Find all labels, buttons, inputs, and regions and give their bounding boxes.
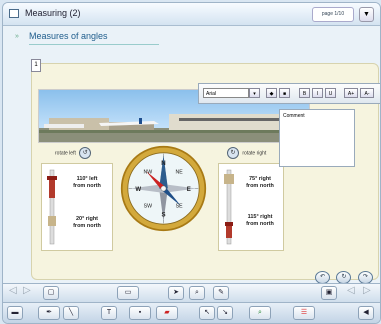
bold-button[interactable]: B <box>299 88 310 98</box>
compass-label-w: W <box>135 186 141 193</box>
compass-label-e: E <box>187 186 191 193</box>
compass-label-s: S <box>161 211 165 218</box>
prev-page-button[interactable]: ◁ <box>9 285 17 296</box>
search-tool-icon[interactable]: ⌕ <box>249 306 271 320</box>
right-top-text: 75° right from north <box>246 176 274 189</box>
eraser-icon[interactable]: ▰ <box>156 306 178 320</box>
next-page-button[interactable]: ▷ <box>23 285 31 296</box>
rotate-right-icon[interactable]: ↻ <box>227 147 239 159</box>
title-underline <box>29 44 159 45</box>
fullscreen-icon[interactable]: ▭ <box>117 286 139 300</box>
document-icon <box>9 9 19 18</box>
page-nav-bubbles: ↶ ↻ ↷ <box>313 265 373 284</box>
rotate-left-control[interactable]: rotate left ↺ <box>55 147 93 159</box>
font-select[interactable]: Arial <box>203 88 249 98</box>
navigation-toolbar: ◁ ▷ ▢ ▭ ➤ ⌕ ✎ ▣ ◁ ▷ <box>3 283 380 302</box>
compass-label-sw: SW <box>144 204 152 210</box>
image-tool-icon[interactable]: ▪ <box>129 306 151 320</box>
title-bar: Measuring (2) page 1/10 ▼ <box>3 3 380 26</box>
next-page-button-right[interactable]: ▷ <box>363 285 371 296</box>
rotate-right-control[interactable]: ↻ rotate right <box>225 147 266 159</box>
line-icon[interactable]: ╲ <box>63 306 79 320</box>
compass-label-se: SE <box>176 204 183 210</box>
font-grow-button[interactable]: A+ <box>344 88 358 98</box>
left-top-text: 110° left from north <box>73 176 101 189</box>
font-dropdown-icon[interactable]: ▾ <box>249 88 260 98</box>
page-view-icon[interactable]: ▢ <box>43 286 59 300</box>
text-tool-icon[interactable]: T <box>101 306 117 320</box>
drawing-toolbar: ▬ ✒ ╲ T ▪ ▰ ↖ ↘ ⌕ ☰ ◀ <box>3 302 380 323</box>
prev-page-button-right[interactable]: ◁ <box>347 285 355 296</box>
compass[interactable]: N NE E SE S SW W NW <box>120 145 207 232</box>
app-window: Measuring (2) page 1/10 ▼ » Measures of … <box>2 2 381 324</box>
text-format-toolbar: Arial ▾ ◆ ■ B I U A+ A- <box>198 83 380 104</box>
compass-label-ne: NE <box>176 170 184 176</box>
sound-icon[interactable]: ◀ <box>358 306 374 320</box>
select-icon[interactable]: ▬ <box>7 306 23 320</box>
page-indicator: page 1/10 <box>312 7 354 22</box>
right-slider-icon[interactable] <box>222 168 236 246</box>
left-slider-icon[interactable] <box>45 168 59 246</box>
arrow-tool-icon[interactable]: ↖ <box>199 306 215 320</box>
highlighter-icon[interactable]: ✎ <box>213 286 229 300</box>
pen-icon[interactable]: ✒ <box>38 306 60 320</box>
highlight-icon[interactable]: ■ <box>279 88 290 98</box>
rotate-left-icon[interactable]: ↺ <box>79 147 92 159</box>
zoom-icon[interactable]: ⌕ <box>189 286 205 300</box>
curve-tool-icon[interactable]: ↘ <box>217 306 233 320</box>
right-answer-card: 75° right from north 115° right from north <box>218 163 284 251</box>
page-title: Measures of angles <box>29 31 108 41</box>
right-bottom-text: 115° right from north <box>246 214 274 227</box>
bullet-icon: » <box>15 33 19 40</box>
compass-label-n: N <box>161 160 165 167</box>
screen-icon[interactable]: ▣ <box>321 286 337 300</box>
window-title: Measuring (2) <box>25 8 81 18</box>
page-number-tab[interactable]: 1 <box>31 59 41 72</box>
font-shrink-button[interactable]: A- <box>360 88 374 98</box>
list-tool-icon[interactable]: ☰ <box>293 306 315 320</box>
underline-button[interactable]: U <box>325 88 336 98</box>
rotate-right-label: rotate right <box>242 150 267 157</box>
color-icon[interactable]: ◆ <box>266 88 277 98</box>
italic-button[interactable]: I <box>312 88 323 98</box>
pointer-icon[interactable]: ➤ <box>168 286 184 300</box>
page-dropdown-button[interactable]: ▼ <box>359 7 374 22</box>
comment-label: Comment <box>283 113 305 119</box>
left-bottom-text: 20° right from north <box>73 216 101 229</box>
left-answer-card: 110° left from north 20° right from north <box>41 163 113 251</box>
rotate-left-label: rotate left <box>55 150 76 157</box>
comment-textbox[interactable]: Comment <box>279 109 355 167</box>
compass-label-nw: NW <box>143 170 152 176</box>
